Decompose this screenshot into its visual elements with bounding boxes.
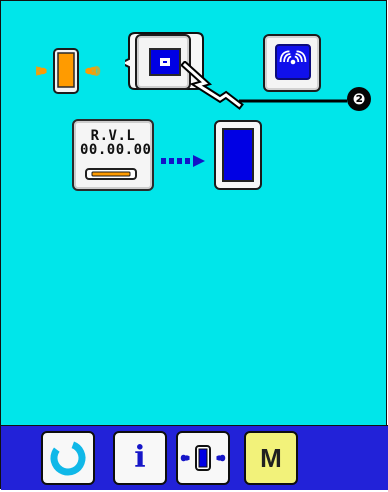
communication-button[interactable]: [176, 431, 230, 485]
media-slot-icon: [84, 167, 140, 181]
rvl-line-2: 00.00.00: [80, 142, 152, 158]
mode-button[interactable]: M: [244, 431, 298, 485]
info-icon: i: [134, 440, 146, 475]
mode-icon: M: [260, 443, 282, 473]
refresh-icon: [50, 440, 86, 476]
device-screen-icon: [222, 128, 254, 182]
wireless-device-icon: [36, 47, 126, 95]
info-button[interactable]: i: [113, 431, 167, 485]
screen: ❷ R.V.L 00.00.00 i M: [0, 0, 388, 490]
rvl-line-1: R.V.L: [90, 128, 136, 144]
rvl-source-button[interactable]: R.V.L 00.00.00: [72, 119, 154, 191]
target-device-icon: [214, 120, 262, 190]
callout-number-2: ❷: [347, 87, 371, 111]
dotted-arrow-right-icon: [161, 151, 209, 171]
rvl-label-text: R.V.L 00.00.00: [80, 128, 152, 158]
bottom-toolbar: i M: [1, 425, 388, 490]
blue-storage-card-icon: [149, 48, 181, 76]
refresh-button[interactable]: [41, 431, 95, 485]
communication-icon: [180, 445, 226, 471]
